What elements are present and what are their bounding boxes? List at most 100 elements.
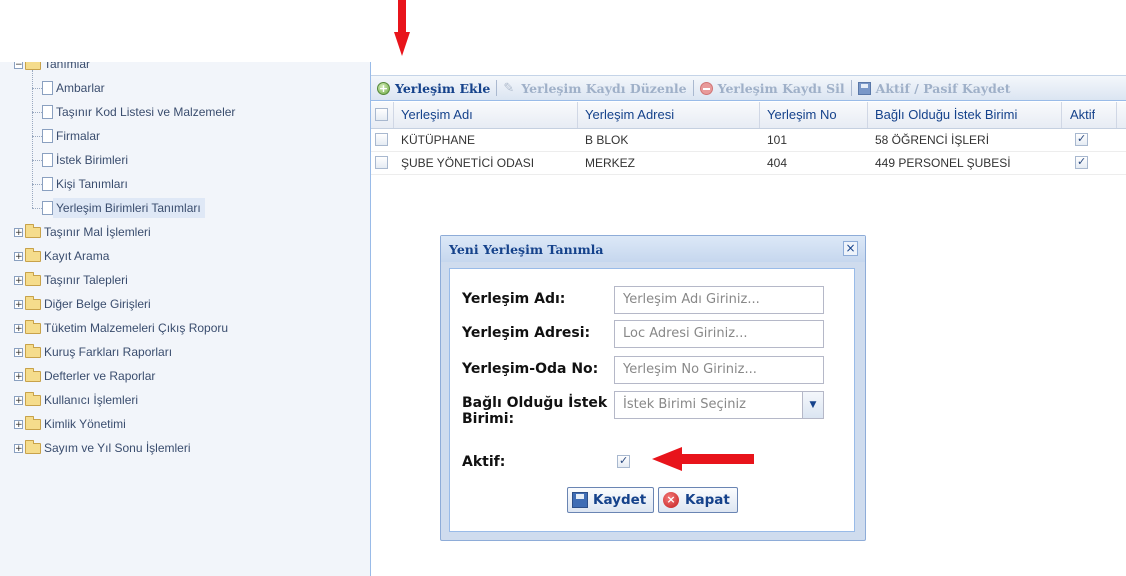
tree-item-label: Yerleşim Birimleri Tanımları [53, 198, 205, 218]
tree-folder-item[interactable]: + Kuruş Farkları Raporları [14, 342, 172, 362]
document-icon [42, 153, 53, 167]
add-icon: + [377, 81, 390, 95]
row-select-checkbox[interactable] [375, 133, 388, 146]
tree-item-label: İstek Birimleri [56, 153, 129, 167]
placement-address-input[interactable]: Loc Adresi Giriniz... [614, 320, 824, 348]
toolbar-separator [496, 80, 498, 96]
tree-leaf-item[interactable]: Yerleşim Birimleri Tanımları [42, 198, 205, 218]
tree-folder-item[interactable]: + Kimlik Yönetimi [14, 414, 126, 434]
navigation-tree: − Tanımlar Ambarlar Taşınır Kod Listesi ve … [0, 62, 371, 576]
expand-icon[interactable]: + [14, 419, 23, 429]
folder-icon [25, 319, 41, 334]
tree-folder-item[interactable]: + Kayıt Arama [14, 246, 109, 266]
tree-leaf-item[interactable]: Firmalar [42, 126, 100, 146]
room-number-label: Yerleşim-Oda No: [462, 361, 599, 377]
tree-folder-item[interactable]: + Sayım ve Yıl Sonu İşlemleri [14, 438, 191, 458]
request-unit-select[interactable]: İstek Birimi Seçiniz ▼ [614, 391, 824, 419]
cell-name: ŞUBE YÖNETİCİ ODASI [401, 156, 535, 170]
cell-unit: 449 PERSONEL ŞUBESİ [875, 156, 1011, 170]
active-checkbox[interactable] [617, 454, 630, 468]
cell-number: 404 [767, 156, 788, 170]
document-icon [42, 129, 53, 143]
save-active-status-label: Aktif / Pasif Kaydet [875, 80, 1011, 96]
folder-icon [25, 343, 41, 358]
close-button[interactable]: × Kapat [658, 487, 738, 513]
expand-icon[interactable]: + [14, 371, 23, 381]
save-button[interactable]: Kaydet [567, 487, 655, 513]
placement-name-label: Yerleşim Adı: [462, 291, 566, 307]
tree-item-label: Kullanıcı İşlemleri [44, 393, 139, 407]
document-icon [42, 81, 53, 95]
folder-icon [25, 271, 41, 286]
expand-icon[interactable]: + [14, 347, 23, 357]
tree-folder-item[interactable]: + Taşınır Mal İşlemleri [14, 222, 151, 242]
tree-folder-item[interactable]: + Tüketim Malzemeleri Çıkış Roporu [14, 318, 228, 338]
tree-item-label: Defterler ve Raporlar [44, 369, 156, 383]
column-header-address[interactable]: Yerleşim Adresi [585, 104, 674, 126]
folder-icon [25, 223, 41, 238]
delete-placement-button[interactable]: Yerleşim Kaydı Sil [699, 80, 845, 96]
expand-icon[interactable]: + [14, 395, 23, 405]
folder-icon [25, 439, 41, 454]
annotation-arrow-left-icon [652, 447, 754, 471]
row-active-checkbox[interactable] [1075, 132, 1088, 146]
cell-address: B BLOK [585, 133, 629, 147]
grid-header: Yerleşim Adı Yerleşim Adresi Yerleşim No… [371, 102, 1126, 129]
tree-item-label: Ambarlar [56, 81, 105, 95]
column-header-unit[interactable]: Bağlı Olduğu İstek Birimi [875, 104, 1017, 126]
tree-leaf-item[interactable]: Ambarlar [42, 78, 105, 98]
close-button-label: Kapat [685, 492, 730, 508]
select-all-checkbox[interactable] [375, 108, 388, 121]
toolbar-separator [850, 80, 852, 96]
expand-icon[interactable]: + [14, 275, 23, 285]
edit-placement-button[interactable]: ✎ Yerleşim Kaydı Düzenle [503, 81, 686, 96]
save-icon [857, 81, 871, 95]
tree-item-label: Tüketim Malzemeleri Çıkış Roporu [44, 321, 229, 335]
active-label: Aktif: [462, 454, 506, 470]
expand-icon[interactable]: + [14, 251, 23, 261]
tree-item-label: Tanımlar [44, 62, 91, 71]
tree-folder-item[interactable]: + Kullanıcı İşlemleri [14, 390, 138, 410]
table-row[interactable]: KÜTÜPHANE B BLOK 101 58 ÖĞRENCİ İŞLERİ [371, 129, 1126, 152]
tree-folder-item[interactable]: − Tanımlar [14, 62, 90, 74]
column-header-name[interactable]: Yerleşim Adı [401, 104, 473, 126]
tree-leaf-item[interactable]: İstek Birimleri [42, 150, 128, 170]
tree-item-label: Taşınır Talepleri [44, 273, 128, 287]
expand-icon[interactable]: + [14, 443, 23, 453]
dialog-header[interactable]: Yeni Yerleşim Tanımla × [441, 236, 865, 262]
tree-item-label: Sayım ve Yıl Sonu İşlemleri [44, 441, 191, 455]
table-row[interactable]: ŞUBE YÖNETİCİ ODASI MERKEZ 404 449 PERSO… [371, 152, 1126, 175]
folder-icon [25, 391, 41, 406]
collapse-icon[interactable]: − [14, 62, 23, 69]
tree-item-label: Taşınır Mal İşlemleri [44, 225, 151, 239]
tree-item-label: Kişi Tanımları [56, 177, 128, 191]
request-unit-label-line1: Bağlı Olduğu İstek [462, 395, 608, 411]
grid-toolbar: + Yerleşim Ekle ✎ Yerleşim Kaydı Düzenle… [371, 75, 1126, 101]
column-header-number[interactable]: Yerleşim No [767, 104, 837, 126]
row-active-checkbox[interactable] [1075, 155, 1088, 169]
dialog-close-icon[interactable]: × [843, 241, 858, 256]
folder-icon [25, 62, 41, 70]
chevron-down-icon[interactable]: ▼ [802, 392, 823, 418]
expand-icon[interactable]: + [14, 227, 23, 237]
save-active-status-button[interactable]: Aktif / Pasif Kaydet [857, 80, 1011, 96]
tree-leaf-item[interactable]: Kişi Tanımları [42, 174, 128, 194]
cell-unit: 58 ÖĞRENCİ İŞLERİ [875, 133, 990, 147]
add-placement-button[interactable]: + Yerleşim Ekle [377, 81, 490, 96]
placement-address-label: Yerleşim Adresi: [462, 325, 591, 341]
tree-folder-item[interactable]: + Defterler ve Raporlar [14, 366, 155, 386]
edit-placement-label: Yerleşim Kaydı Düzenle [521, 80, 687, 96]
expand-icon[interactable]: + [14, 323, 23, 333]
tree-item-label: Firmalar [56, 129, 100, 143]
column-header-active[interactable]: Aktif [1070, 104, 1095, 126]
row-select-checkbox[interactable] [375, 156, 388, 169]
expand-icon[interactable]: + [14, 299, 23, 309]
tree-folder-item[interactable]: + Taşınır Talepleri [14, 270, 128, 290]
tree-leaf-item[interactable]: Taşınır Kod Listesi ve Malzemeler [42, 102, 235, 122]
delete-placement-label: Yerleşim Kaydı Sil [717, 80, 845, 96]
placement-name-input[interactable]: Yerleşim Adı Giriniz... [614, 286, 824, 314]
tree-item-label: Kayıt Arama [44, 249, 110, 263]
tree-folder-item[interactable]: + Diğer Belge Girişleri [14, 294, 151, 314]
room-number-input[interactable]: Yerleşim No Giriniz... [614, 356, 824, 384]
folder-icon [25, 247, 41, 262]
